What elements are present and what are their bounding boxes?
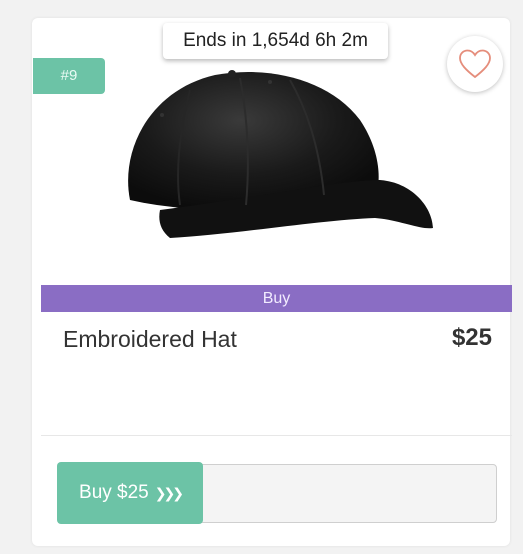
slide-handle-label: Buy $25 [79,482,149,503]
product-price: $25 [451,324,492,351]
buy-strip-button[interactable]: Buy [41,285,512,312]
product-name: Embroidered Hat [63,326,237,352]
rank-badge: #9 [33,58,105,94]
heart-icon [459,49,491,79]
hat-image[interactable] [120,60,440,250]
auction-timer: Ends in 1,654d 6h 2m [163,23,388,59]
divider [41,435,512,436]
slide-to-buy-handle[interactable]: Buy $25 ❯❯❯ [57,462,203,524]
favorite-button[interactable] [447,36,503,92]
triple-chevron-right-icon: ❯❯❯ [154,484,184,501]
